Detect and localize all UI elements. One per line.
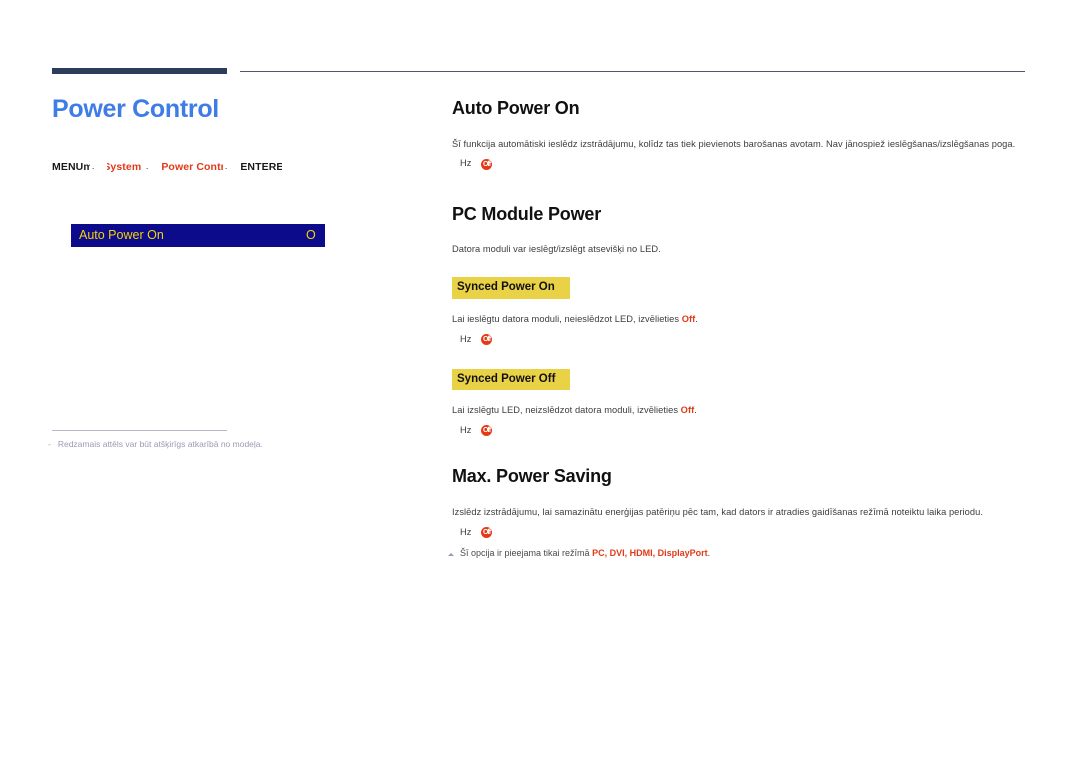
breadcrumb-item-system[interactable]: System <box>107 161 144 173</box>
breadcrumb-menu-label: MENU <box>52 160 84 173</box>
off-badge-icon: Off <box>481 526 492 538</box>
breadcrumb: MENUm→System→Power Control→ENTERE <box>52 161 412 173</box>
right-column: Auto Power On Šī funkcija automātiski ie… <box>448 98 1028 560</box>
hint-synced-power-on: Hz Off <box>460 333 1028 345</box>
breadcrumb-enter-key: E <box>276 160 283 173</box>
breadcrumb-arrow-3: → <box>223 161 227 173</box>
note-modes: PC, DVI, HDMI, DisplayPort <box>592 547 708 558</box>
off-badge-icon: Off <box>481 425 492 437</box>
osd-value[interactable]: Off <box>306 229 316 242</box>
subsection-label-synced-power-on: Synced Power On <box>457 281 555 294</box>
subsection-body-strong: Off <box>680 405 695 416</box>
off-badge-icon: Off <box>481 158 492 170</box>
page-title: Power Control <box>52 95 219 123</box>
osd-row-auto-power-on[interactable]: Auto Power On Off <box>71 224 325 247</box>
subsection-body-post: . <box>695 313 698 324</box>
section-heading-max-power-saving: Max. Power Saving <box>452 466 612 487</box>
left-note-dash: - <box>48 439 51 449</box>
breadcrumb-item-power-control[interactable]: Power Control <box>161 161 223 173</box>
section-heading-auto-power-on: Auto Power On <box>452 98 580 118</box>
left-note-divider <box>52 430 227 431</box>
subsection-label-synced-power-off: Synced Power Off <box>457 372 556 385</box>
section-body-pc-module-power: Datora moduli var ieslēgt/izslēgt atsevi… <box>452 244 661 255</box>
header-rule-thin <box>240 71 1025 72</box>
hint-auto-power-on: Hz Off <box>460 158 1028 170</box>
hint-label: Hz <box>460 425 472 435</box>
section-body-auto-power-on: Šī funkcija automātiski ieslēdz izstrādā… <box>452 138 1016 149</box>
note-post: . <box>707 547 711 558</box>
hint-max-power-saving: Hz Off <box>460 526 1028 538</box>
header-rule-thick <box>52 68 227 74</box>
left-note: - Redzamais attēls var būt atšķirīgs atk… <box>48 438 378 451</box>
note-supported-modes: Šī opcija ir pieejama tikai režīmā PC, D… <box>446 547 1028 561</box>
hint-label: Hz <box>460 159 472 169</box>
section-body-max-power-saving: Izslēdz izstrādājumu, lai samazinātu ene… <box>452 506 983 517</box>
left-note-text: Redzamais attēls var būt atšķirīgs atkar… <box>57 439 263 449</box>
hint-label: Hz <box>460 334 472 344</box>
subsection-body-synced-power-off: Lai izslēgtu LED, neizslēdzot datora mod… <box>452 403 1028 418</box>
breadcrumb-arrow-2: → <box>144 161 148 173</box>
breadcrumb-enter-label: ENTER <box>240 160 277 173</box>
breadcrumb-arrow-1: → <box>90 161 94 173</box>
manual-page: Power Control MENUm→System→Power Control… <box>0 0 1080 763</box>
subsection-box-synced-power-on: Synced Power On <box>452 277 570 299</box>
left-column: Power Control MENUm→System→Power Control… <box>52 95 412 173</box>
subsection-body-pre: Lai izslēgtu LED, neizslēdzot datora mod… <box>452 405 681 416</box>
section-heading-pc-module-power: PC Module Power <box>452 203 602 224</box>
hint-label: Hz <box>460 527 472 537</box>
subsection-body-synced-power-on: Lai ieslēgtu datora moduli, neieslēdzot … <box>452 312 1028 327</box>
off-badge-icon: Off <box>481 333 492 345</box>
subsection-body-post: . <box>694 405 697 416</box>
osd-label: Auto Power On <box>79 228 164 243</box>
note-pre: Šī opcija ir pieejama tikai režīmā <box>460 547 593 558</box>
subsection-body-pre: Lai ieslēgtu datora moduli, neieslēdzot … <box>452 313 682 324</box>
subsection-body-strong: Off <box>681 313 696 324</box>
breadcrumb-menu-key: m <box>83 160 91 173</box>
hint-synced-power-off: Hz Off <box>460 425 1028 437</box>
subsection-box-synced-power-off: Synced Power Off <box>452 368 570 391</box>
